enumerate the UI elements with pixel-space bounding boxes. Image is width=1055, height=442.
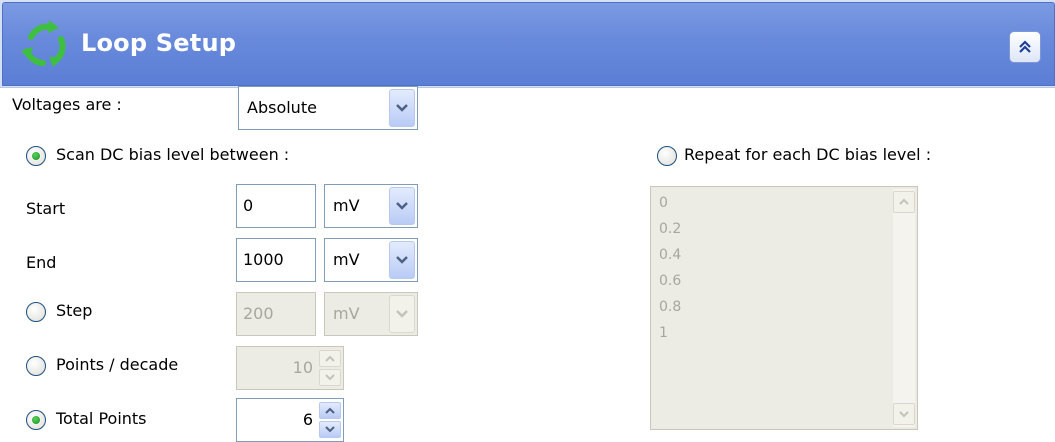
- scan-dc-bias-label: Scan DC bias level between :: [56, 145, 290, 164]
- listbox-scrollbar[interactable]: [893, 189, 915, 427]
- scroll-down-button[interactable]: [893, 403, 915, 425]
- chevron-down-icon[interactable]: [319, 369, 341, 386]
- repeat-levels-listbox[interactable]: 0 0.2 0.4 0.6 0.8 1: [650, 186, 918, 430]
- total-points-radio[interactable]: [26, 410, 46, 430]
- chevron-up-icon[interactable]: [319, 402, 341, 419]
- step-input[interactable]: 200: [236, 292, 316, 336]
- collapse-button[interactable]: [1009, 31, 1041, 63]
- chevron-down-icon[interactable]: [389, 89, 415, 127]
- start-input[interactable]: 0: [236, 184, 316, 228]
- loop-setup-panel: Loop Setup Voltages are : Absolute Scan …: [0, 0, 1055, 442]
- chevron-down-icon[interactable]: [389, 241, 415, 279]
- voltages-label: Voltages are :: [12, 95, 122, 114]
- scan-dc-bias-radio[interactable]: [26, 146, 46, 166]
- repeat-dc-bias-label: Repeat for each DC bias level :: [684, 145, 932, 164]
- step-radio[interactable]: [26, 302, 46, 322]
- points-per-decade-radio[interactable]: [26, 356, 46, 376]
- total-points-spinner[interactable]: 6: [236, 398, 344, 442]
- chevron-down-icon: [899, 411, 909, 418]
- step-unit-select[interactable]: mV: [324, 292, 418, 336]
- chevron-up-icon[interactable]: [319, 350, 341, 367]
- end-label: End: [26, 253, 57, 272]
- voltages-select[interactable]: Absolute: [238, 86, 418, 130]
- list-item: 0.2: [659, 221, 682, 237]
- panel-header: Loop Setup: [0, 0, 1055, 88]
- start-label: Start: [26, 199, 66, 218]
- list-item: 0.8: [659, 299, 682, 315]
- start-unit-select[interactable]: mV: [324, 184, 418, 228]
- chevron-down-icon[interactable]: [389, 295, 415, 333]
- chevron-down-icon[interactable]: [389, 187, 415, 225]
- total-points-label: Total Points: [56, 409, 147, 428]
- list-item: 0.4: [659, 247, 682, 263]
- chevron-up-icon: [899, 198, 909, 205]
- list-item: 0.6: [659, 273, 682, 289]
- end-unit-select[interactable]: mV: [324, 238, 418, 282]
- repeat-dc-bias-radio[interactable]: [657, 146, 677, 166]
- step-label: Step: [56, 301, 93, 320]
- list-item: 0: [659, 195, 668, 211]
- end-input[interactable]: 1000: [236, 238, 316, 282]
- points-per-decade-label: Points / decade: [56, 355, 179, 374]
- list-item: 1: [659, 325, 668, 341]
- scroll-up-button[interactable]: [893, 191, 915, 213]
- voltages-select-value: Absolute: [247, 98, 317, 117]
- points-per-decade-spinner[interactable]: 10: [236, 346, 344, 390]
- panel-title: Loop Setup: [81, 29, 237, 57]
- loop-arrows-icon: [21, 20, 66, 67]
- double-chevron-up-icon: [1019, 40, 1031, 53]
- chevron-down-icon[interactable]: [319, 421, 341, 438]
